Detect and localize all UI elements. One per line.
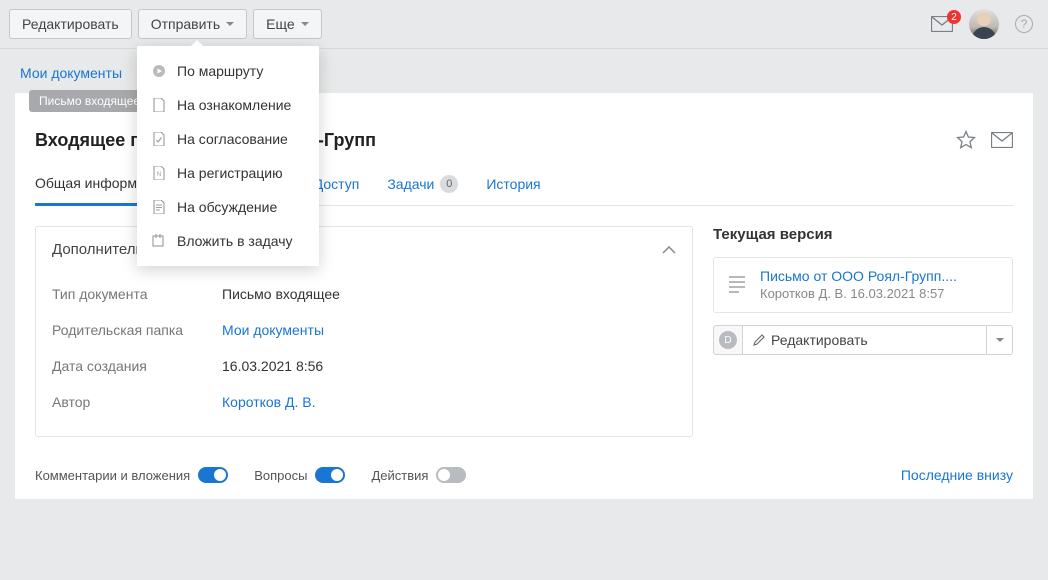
caret-down-icon	[301, 22, 309, 26]
help-icon[interactable]: ?	[1015, 15, 1033, 33]
sort-latest-bottom[interactable]: Последние внизу	[901, 467, 1013, 483]
info-label: Тип документа	[52, 286, 222, 302]
footer: Комментарии и вложения Вопросы Действия …	[15, 457, 1033, 499]
document-type-pill: Письмо входящее	[29, 90, 150, 112]
star-icon	[956, 130, 976, 150]
edit-badge-letter: D	[719, 331, 737, 349]
edit-version-button[interactable]: Редактировать	[743, 325, 987, 355]
dropdown-item-label: По маршруту	[177, 63, 263, 79]
info-row-author: Автор Коротков Д. В.	[52, 384, 676, 420]
dropdown-item-label: На согласование	[177, 131, 288, 147]
document-lines-icon	[724, 268, 750, 302]
toolbar: Редактировать Отправить Еще 2 ? По маршр…	[0, 0, 1048, 49]
title-actions	[955, 129, 1013, 151]
dropdown-item-label: На регистрацию	[177, 165, 283, 181]
dropdown-item-approval[interactable]: На согласование	[137, 122, 319, 156]
document-number-icon: N	[151, 165, 167, 181]
toggle-actions-label: Действия	[371, 468, 428, 483]
chevron-up-icon	[662, 246, 676, 254]
version-file-link[interactable]: Письмо от ООО Роял-Групп....	[760, 268, 957, 284]
star-button[interactable]	[955, 129, 977, 151]
version-card[interactable]: Письмо от ООО Роял-Групп.... Коротков Д.…	[713, 257, 1013, 313]
dropdown-item-route[interactable]: По маршруту	[137, 54, 319, 88]
toggle-comments-label: Комментарии и вложения	[35, 468, 190, 483]
edit-version-row: D Редактировать	[713, 325, 1013, 355]
caret-down-icon	[226, 22, 234, 26]
more-button-label: Еще	[266, 16, 295, 32]
toggle-comments: Комментарии и вложения	[35, 467, 228, 483]
version-text: Письмо от ООО Роял-Групп.... Коротков Д.…	[760, 268, 957, 302]
tab-access[interactable]: Доступ	[314, 175, 360, 205]
info-value-link[interactable]: Коротков Д. В.	[222, 394, 316, 410]
dropdown-item-attach-task[interactable]: Вложить в задачу	[137, 224, 319, 258]
toggle-actions: Действия	[371, 467, 466, 483]
send-dropdown: По маршруту На ознакомление На согласова…	[137, 46, 319, 266]
caret-down-icon	[996, 338, 1004, 342]
svg-text:N: N	[157, 172, 161, 178]
version-header: Текущая версия	[713, 226, 1013, 243]
info-row-folder: Родительская папка Мои документы	[52, 312, 676, 348]
info-value: 16.03.2021 8:56	[222, 358, 323, 374]
pencil-icon	[753, 334, 765, 346]
tasks-count: 0	[440, 175, 458, 193]
mail-button[interactable]	[991, 129, 1013, 151]
toggle-questions-switch[interactable]	[315, 467, 345, 483]
mail-icon	[991, 132, 1013, 148]
toggle-questions: Вопросы	[254, 467, 345, 483]
info-label: Автор	[52, 394, 222, 410]
additional-info-panel: Дополнительная информация Тип документа …	[35, 226, 693, 437]
dropdown-item-registration[interactable]: N На регистрацию	[137, 156, 319, 190]
dropdown-item-discussion[interactable]: На обсуждение	[137, 190, 319, 224]
send-button[interactable]: Отправить	[138, 9, 247, 39]
dropdown-item-label: Вложить в задачу	[177, 233, 293, 249]
edit-version-caret[interactable]	[987, 325, 1013, 355]
edit-badge[interactable]: D	[713, 325, 743, 355]
document-icon	[151, 97, 167, 113]
dropdown-item-review[interactable]: На ознакомление	[137, 88, 319, 122]
version-panel: Текущая версия Письмо от ООО Роял-Групп.…	[713, 226, 1013, 437]
info-row-created: Дата создания 16.03.2021 8:56	[52, 348, 676, 384]
dropdown-item-label: На ознакомление	[177, 97, 291, 113]
panel-header[interactable]: Дополнительная информация	[36, 227, 692, 272]
version-meta: Коротков Д. В. 16.03.2021 8:57	[760, 286, 957, 301]
edit-button[interactable]: Редактировать	[9, 9, 132, 39]
document-check-icon	[151, 131, 167, 147]
edit-version-label: Редактировать	[771, 332, 868, 348]
info-value-link[interactable]: Мои документы	[222, 322, 324, 338]
info-row-type: Тип документа Письмо входящее	[52, 276, 676, 312]
play-icon	[151, 63, 167, 79]
info-value: Письмо входящее	[222, 286, 340, 302]
tab-history[interactable]: История	[486, 175, 540, 205]
document-lines-icon	[151, 199, 167, 215]
notifications-count: 2	[947, 10, 961, 24]
tab-tasks[interactable]: Задачи 0	[387, 175, 458, 205]
toolbar-right: 2 ?	[931, 9, 1033, 39]
tab-tasks-label: Задачи	[387, 176, 434, 192]
toggle-actions-switch[interactable]	[436, 467, 466, 483]
info-label: Родительская папка	[52, 322, 222, 338]
toggle-comments-switch[interactable]	[198, 467, 228, 483]
avatar[interactable]	[969, 9, 999, 39]
breadcrumb-link-mydocs[interactable]: Мои документы	[20, 65, 122, 81]
more-button[interactable]: Еще	[253, 9, 322, 39]
notifications-button[interactable]: 2	[931, 16, 953, 32]
dropdown-item-label: На обсуждение	[177, 199, 277, 215]
send-button-label: Отправить	[151, 16, 220, 32]
toggle-questions-label: Вопросы	[254, 468, 307, 483]
info-label: Дата создания	[52, 358, 222, 374]
info-grid: Тип документа Письмо входящее Родительск…	[36, 272, 692, 436]
attach-icon	[151, 233, 167, 249]
